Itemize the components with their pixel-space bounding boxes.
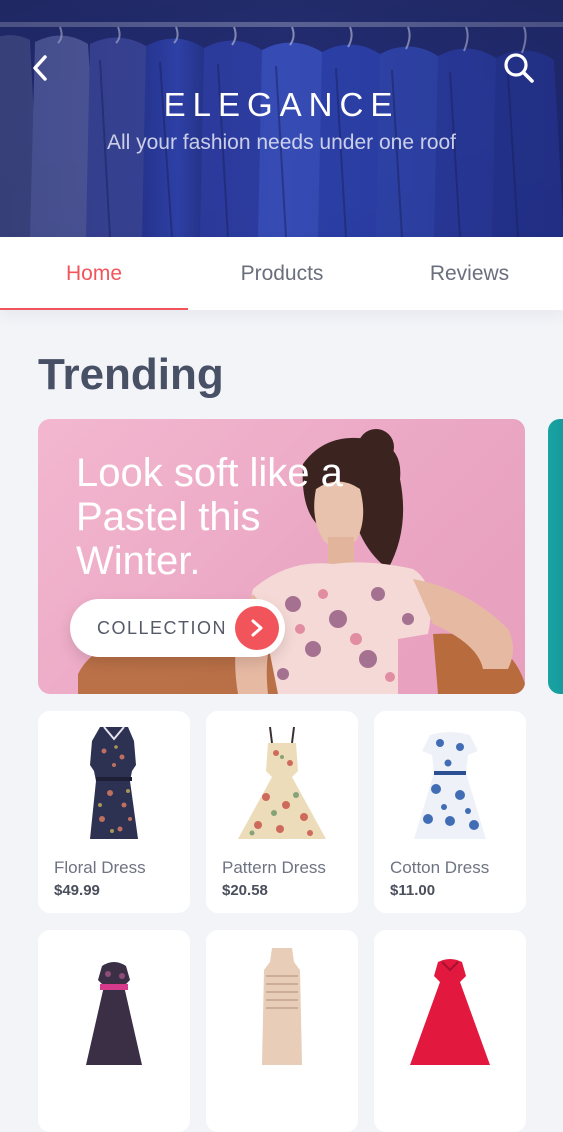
collection-button[interactable]: COLLECTION <box>70 599 285 657</box>
tab-bar: Home Products Reviews <box>0 237 563 310</box>
product-price: $49.99 <box>54 882 100 899</box>
tab-reviews[interactable]: Reviews <box>376 237 563 310</box>
collection-button-label: COLLECTION <box>97 618 228 638</box>
floral-dress-image <box>90 726 138 839</box>
tab-home[interactable]: Home <box>0 237 188 310</box>
search-icon <box>504 53 534 83</box>
tab-products[interactable]: Products <box>188 237 376 310</box>
pattern-dress-image <box>238 726 326 839</box>
collection-arrow <box>235 606 279 650</box>
chevron-right-icon <box>251 619 263 637</box>
dress-image <box>410 959 490 1065</box>
brand-tagline: All your fashion needs under one roof <box>106 131 457 154</box>
product-card[interactable] <box>374 930 526 1132</box>
chevron-left-icon <box>33 55 47 81</box>
product-price: $11.00 <box>390 882 436 899</box>
dress-image <box>86 962 142 1065</box>
search-button[interactable] <box>500 50 538 86</box>
product-price: $20.58 <box>222 882 268 899</box>
product-name: Cotton Dress <box>390 858 490 877</box>
brand-title: ELEGANCE <box>163 86 400 123</box>
product-card[interactable] <box>38 930 190 1132</box>
back-button[interactable] <box>24 50 56 86</box>
product-card[interactable] <box>206 930 358 1132</box>
product-card-cotton-dress[interactable]: Cotton Dress $11.00 <box>374 711 526 913</box>
cotton-dress-image <box>414 732 486 839</box>
dress-image <box>262 948 302 1065</box>
active-tab-indicator <box>0 308 188 310</box>
trending-banner[interactable]: Look soft like a Pastel this Winter. COL… <box>38 419 525 694</box>
banner-headline: Look soft like a Pastel this Winter. <box>76 451 343 583</box>
product-name: Floral Dress <box>54 858 146 877</box>
section-title-trending: Trending <box>38 350 224 399</box>
product-card-floral-dress[interactable]: Floral Dress $49.99 <box>38 711 190 913</box>
app-header: ELEGANCE All your fashion needs under on… <box>0 0 563 237</box>
product-card-pattern-dress[interactable]: Pattern Dress $20.58 <box>206 711 358 913</box>
next-banner-peek[interactable] <box>548 419 563 694</box>
product-name: Pattern Dress <box>222 858 326 877</box>
